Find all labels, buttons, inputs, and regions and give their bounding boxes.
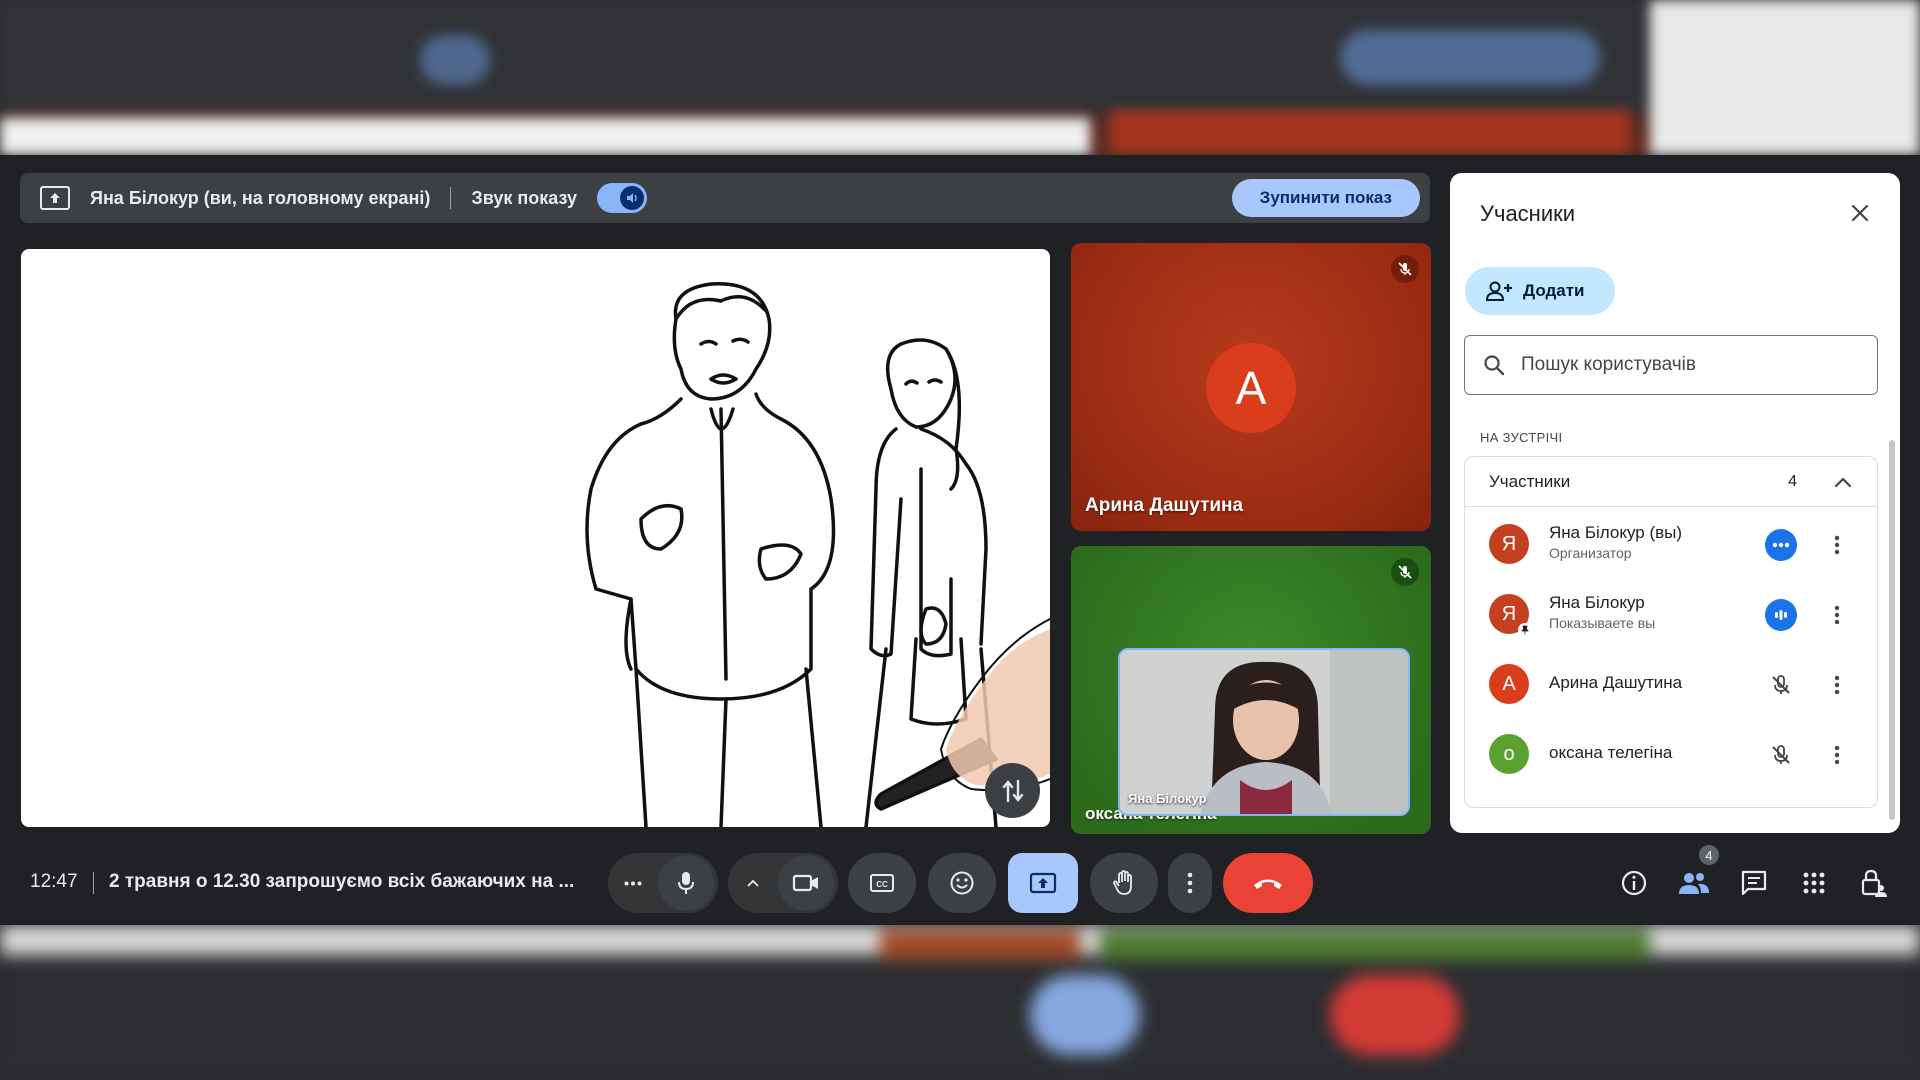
group-label: Участники [1489,471,1571,491]
participant-row[interactable]: о оксана телегіна [1465,717,1877,787]
close-panel-button[interactable] [1844,197,1876,229]
activities-button[interactable] [1788,857,1840,909]
people-count-badge: 4 [1697,843,1721,867]
more-options-icon[interactable] [1825,739,1849,771]
more-options-icon[interactable] [1825,669,1849,701]
participant-row[interactable]: Я Яна Білокур Показываете вы [1465,577,1877,647]
sketch-illustration [585,282,1050,827]
emoji-icon [950,871,974,895]
person-add-icon [1485,281,1512,301]
participant-row[interactable]: Я Яна Білокур (вы) Организатор [1465,507,1877,577]
section-label: НА ЗУСТРІЧІ [1480,430,1563,445]
chat-icon [1741,870,1767,896]
present-screen-icon [40,186,70,210]
meeting-details-button[interactable] [1608,857,1660,909]
more-options-icon[interactable] [1825,529,1849,561]
camera-button[interactable] [778,855,834,911]
apps-grid-icon [1803,872,1825,894]
bottom-toolbar: 12:47 2 травня о 12.30 запрошуємо всіх б… [0,843,1920,923]
mic-off-icon [1391,558,1419,586]
raise-hand-button[interactable] [1090,853,1158,913]
avatar: о [1489,734,1529,774]
blurred-backdrop-bottom [0,925,1920,1080]
chevron-up-icon [747,879,759,887]
more-options-button[interactable] [1168,853,1212,913]
svg-text:CC: CC [876,880,888,889]
closed-captions-icon: CC [870,874,894,892]
self-view-name: Яна Білокур [1128,791,1207,806]
presenting-title: Яна Білокур (ви, на головному екрані) [90,187,431,208]
participant-name: оксана телегіна [1549,743,1673,762]
self-view-video[interactable]: Яна Білокур [1118,648,1410,816]
search-icon [1481,352,1507,378]
more-vertical-icon [1187,872,1193,894]
info-icon [1621,870,1647,896]
more-horizontal-icon [624,881,642,885]
present-now-button[interactable] [1008,853,1078,913]
participant-role: Показываете вы [1549,615,1656,631]
divider [93,872,94,894]
present-screen-icon [1029,872,1057,894]
share-audio-label: Звук показу [471,187,577,208]
divider [450,187,452,209]
speaking-indicator-icon [1765,599,1797,631]
hand-icon [1113,870,1132,895]
avatar: А [1206,343,1296,433]
avatar: А [1489,664,1529,704]
clock: 12:47 [30,871,78,892]
group-header[interactable]: Участники 4 [1465,457,1877,507]
people-icon [1679,873,1709,894]
chat-button[interactable] [1728,857,1780,909]
host-controls-button[interactable] [1848,857,1900,909]
panel-scrollbar[interactable] [1889,440,1895,820]
panel-title: Учасники [1480,201,1576,226]
close-icon [1851,204,1869,222]
hang-up-icon [1254,879,1282,889]
mic-off-icon [1391,255,1419,283]
group-count: 4 [1788,473,1797,490]
reactions-button[interactable] [928,853,996,913]
participant-name: Яна Білокур (вы) [1549,523,1683,542]
search-participants[interactable] [1464,335,1878,395]
microphone-icon [678,872,694,894]
mic-off-icon [1765,669,1797,701]
camera-icon [792,874,818,892]
meet-window: Яна Білокур (ви, на головному екрані) Зв… [0,155,1920,925]
more-options-icon[interactable] [1825,599,1849,631]
participant-name: Арина Дашутина [1085,495,1244,516]
speaker-icon [619,186,644,210]
video-options-button[interactable] [728,879,778,888]
participants-panel: Учасники Додати НА ЗУСТРІЧІ Участники 4 [1450,173,1900,833]
add-people-label: Додати [1523,281,1585,300]
participant-name: Арина Дашутина [1549,673,1683,692]
mic-off-icon [1765,739,1797,771]
blurred-backdrop-top [0,0,1920,155]
chevron-up-icon[interactable] [1831,470,1855,494]
mic-control [608,853,718,913]
avatar: Я [1489,524,1529,564]
share-audio-toggle[interactable] [596,183,647,213]
swap-layout-button[interactable] [985,763,1040,818]
lock-person-icon [1861,869,1887,897]
more-activity-icon [1765,529,1797,561]
swap-arrows-icon [1002,779,1023,802]
participant-row[interactable]: А Арина Дашутина [1465,647,1877,717]
stop-presenting-button[interactable]: Зупинити показ [1231,179,1420,217]
shared-screen [21,249,1050,827]
camera-control [728,853,838,913]
participant-tile-arina[interactable]: А Арина Дашутина [1071,243,1431,531]
participant-name: Яна Білокур [1549,593,1645,612]
leave-call-button[interactable] [1223,853,1313,913]
audio-options-button[interactable] [608,881,658,886]
participant-role: Организатор [1549,545,1632,561]
add-people-button[interactable]: Додати [1465,267,1615,315]
participants-group: Участники 4 Я Яна Білокур (вы) Организат… [1464,456,1878,808]
pin-icon [1518,623,1532,637]
microphone-button[interactable] [658,855,714,911]
captions-button[interactable]: CC [848,853,916,913]
presenting-bar: Яна Білокур (ви, на головному екрані) Зв… [20,173,1430,223]
search-input[interactable] [1521,354,1861,376]
meeting-title: 2 травня о 12.30 запрошуємо всіх бажаючи… [109,871,575,892]
